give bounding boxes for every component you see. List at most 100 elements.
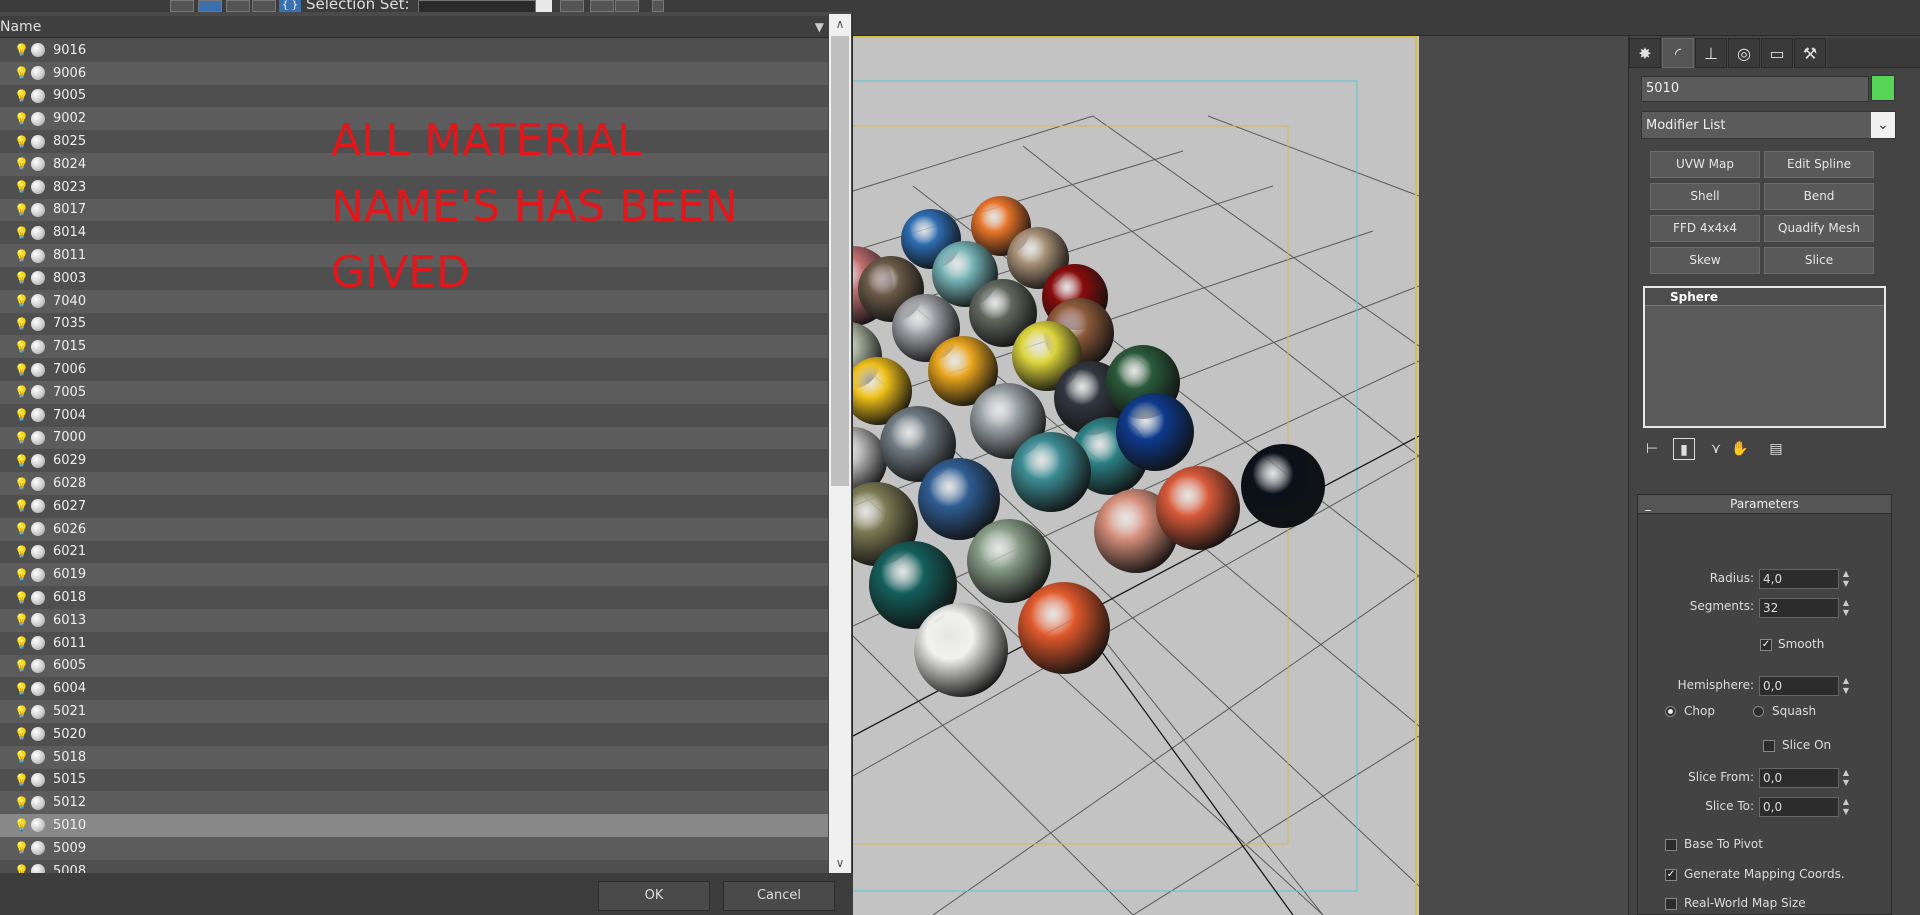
perspective-viewport[interactable]: [853, 36, 1419, 915]
toolbar-button[interactable]: [170, 0, 194, 12]
ok-button[interactable]: OK: [598, 881, 710, 911]
list-item[interactable]: 💡 5012: [0, 791, 828, 815]
modifier-button-skew[interactable]: Skew: [1650, 247, 1760, 274]
list-item[interactable]: 💡 6028: [0, 472, 828, 495]
lightbulb-icon[interactable]: 💡: [14, 340, 29, 354]
squash-radio[interactable]: [1753, 706, 1764, 717]
list-item[interactable]: 💡 5009: [0, 836, 828, 860]
lightbulb-icon[interactable]: 💡: [14, 43, 29, 57]
material-sphere[interactable]: [1156, 466, 1240, 550]
spinner-arrows-icon[interactable]: ▲ ▼: [1841, 797, 1851, 817]
lightbulb-icon[interactable]: 💡: [14, 112, 29, 126]
modifier-button-uvw-map[interactable]: UVW Map: [1650, 151, 1760, 178]
slice-from-spinner[interactable]: 0,0: [1759, 768, 1839, 788]
list-item[interactable]: 💡 6026: [0, 517, 828, 541]
toolbar-button[interactable]: [252, 0, 276, 12]
list-item[interactable]: 💡 6004: [0, 677, 828, 701]
toolbar-button[interactable]: [590, 0, 614, 12]
stack-item-sphere[interactable]: Sphere: [1645, 288, 1884, 306]
list-item[interactable]: 💡 6019: [0, 563, 828, 587]
lightbulb-icon[interactable]: 💡: [14, 659, 29, 673]
make-unique-icon[interactable]: ⋎: [1705, 438, 1727, 460]
lightbulb-icon[interactable]: 💡: [14, 385, 29, 399]
list-item[interactable]: 💡 7035: [0, 312, 828, 336]
list-item[interactable]: 💡 6027: [0, 494, 828, 518]
list-item[interactable]: 💡 5015: [0, 768, 828, 792]
remove-modifier-icon[interactable]: ✋: [1729, 438, 1751, 460]
motion-tab-icon[interactable]: ◎: [1728, 38, 1760, 68]
list-item[interactable]: 💡 6005: [0, 654, 828, 678]
lightbulb-icon[interactable]: 💡: [14, 864, 29, 873]
spinner-arrows-icon[interactable]: ▲ ▼: [1841, 569, 1851, 589]
list-item[interactable]: 💡 6021: [0, 540, 828, 564]
modifier-button-quadify-mesh[interactable]: Quadify Mesh: [1764, 215, 1874, 242]
material-sphere[interactable]: [1116, 393, 1194, 471]
list-item[interactable]: 💡 6018: [0, 586, 828, 609]
list-item[interactable]: 💡 5018: [0, 745, 828, 769]
lightbulb-icon[interactable]: 💡: [14, 271, 29, 285]
lightbulb-icon[interactable]: 💡: [14, 363, 29, 377]
list-item[interactable]: 💡 9005: [0, 84, 828, 108]
hemisphere-spinner[interactable]: 0,0: [1759, 676, 1839, 696]
list-item[interactable]: 💡 7015: [0, 335, 828, 359]
lightbulb-icon[interactable]: 💡: [14, 796, 29, 810]
slice-on-checkbox[interactable]: [1763, 740, 1775, 752]
toolbar-button[interactable]: [615, 0, 639, 12]
lightbulb-icon[interactable]: 💡: [14, 135, 29, 149]
scroll-down-icon[interactable]: ∨: [829, 853, 851, 873]
material-sphere[interactable]: [1011, 432, 1091, 512]
lightbulb-icon[interactable]: 💡: [14, 317, 29, 331]
modifier-button-shell[interactable]: Shell: [1650, 183, 1760, 210]
generate-mapping-checkbox[interactable]: ✓: [1665, 869, 1677, 881]
hierarchy-tab-icon[interactable]: ⊥: [1695, 38, 1727, 68]
toolbar-button[interactable]: [226, 0, 250, 12]
lightbulb-icon[interactable]: 💡: [14, 522, 29, 536]
modifier-stack[interactable]: Sphere: [1643, 286, 1886, 428]
modifier-button-ffd[interactable]: FFD 4x4x4: [1650, 215, 1760, 242]
lightbulb-icon[interactable]: 💡: [14, 157, 29, 171]
lightbulb-icon[interactable]: 💡: [14, 180, 29, 194]
modifier-list-dropdown[interactable]: Modifier List ⌄: [1641, 111, 1896, 139]
modifier-button-edit-spline[interactable]: Edit Spline: [1764, 151, 1874, 178]
list-item[interactable]: 💡 7000: [0, 426, 828, 450]
spinner-arrows-icon[interactable]: ▲ ▼: [1841, 676, 1851, 696]
sort-arrow-icon[interactable]: ▼: [815, 16, 824, 38]
lightbulb-icon[interactable]: 💡: [14, 226, 29, 240]
lightbulb-icon[interactable]: 💡: [14, 818, 29, 832]
toolbar-button[interactable]: [652, 0, 664, 12]
list-item[interactable]: 💡 6013: [0, 608, 828, 632]
modifier-button-bend[interactable]: Bend: [1764, 183, 1874, 210]
lightbulb-icon[interactable]: 💡: [14, 89, 29, 103]
base-to-pivot-checkbox[interactable]: [1665, 839, 1677, 851]
radius-spinner[interactable]: 4,0: [1759, 569, 1839, 589]
segments-spinner[interactable]: 32: [1759, 598, 1839, 618]
spinner-arrows-icon[interactable]: ▲ ▼: [1841, 598, 1851, 618]
display-tab-icon[interactable]: ▭: [1761, 38, 1793, 68]
toolbar-button[interactable]: [560, 0, 584, 12]
object-color-swatch[interactable]: [1871, 75, 1895, 101]
list-item[interactable]: 💡 5008: [0, 859, 828, 873]
smooth-checkbox[interactable]: ✓: [1760, 639, 1772, 651]
list-scrollbar[interactable]: ∧ ∨: [829, 14, 851, 873]
scroll-up-icon[interactable]: ∧: [829, 14, 851, 34]
lightbulb-icon[interactable]: 💡: [14, 750, 29, 764]
material-sphere[interactable]: [914, 603, 1008, 697]
list-item[interactable]: 💡 6011: [0, 631, 828, 655]
lightbulb-icon[interactable]: 💡: [14, 682, 29, 696]
lightbulb-icon[interactable]: 💡: [14, 636, 29, 650]
real-world-map-size-checkbox[interactable]: [1665, 898, 1677, 910]
lightbulb-icon[interactable]: 💡: [14, 454, 29, 468]
lightbulb-icon[interactable]: 💡: [14, 431, 29, 445]
list-item[interactable]: 💡 7004: [0, 403, 828, 427]
name-column-header[interactable]: Name ▼: [0, 16, 830, 38]
material-sphere[interactable]: [1018, 582, 1110, 674]
list-item[interactable]: 💡 7005: [0, 380, 828, 404]
list-item[interactable]: 💡 7006: [0, 358, 828, 381]
lightbulb-icon[interactable]: 💡: [14, 408, 29, 422]
lightbulb-icon[interactable]: 💡: [14, 499, 29, 513]
lightbulb-icon[interactable]: 💡: [14, 294, 29, 308]
lightbulb-icon[interactable]: 💡: [14, 773, 29, 787]
list-item[interactable]: 💡 5020: [0, 722, 828, 746]
utilities-tab-icon[interactable]: ⚒: [1794, 38, 1826, 68]
lightbulb-icon[interactable]: 💡: [14, 66, 29, 80]
